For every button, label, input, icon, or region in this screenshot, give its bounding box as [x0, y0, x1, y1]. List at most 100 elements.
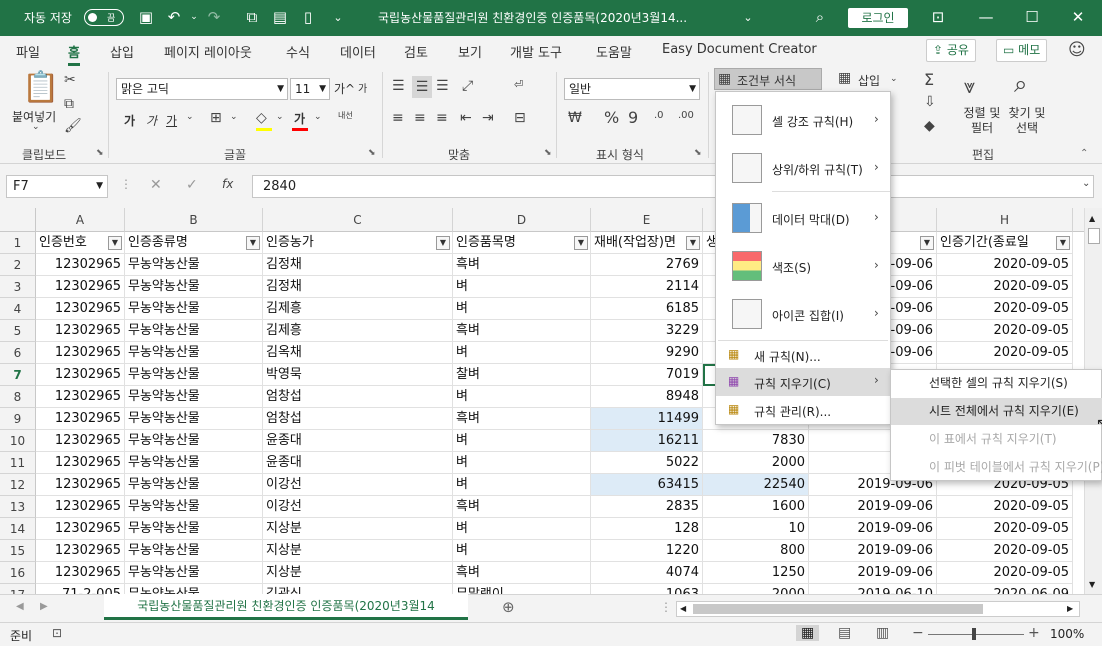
row-header[interactable]: 13 [0, 496, 36, 518]
table-cell[interactable]: 지상분 [263, 540, 453, 562]
clear-selected-cells-rules[interactable]: 선택한 셀의 규칙 지우기(S) [891, 370, 1102, 397]
redo-icon[interactable]: ↷ [204, 8, 224, 26]
tab-easy-document-creator[interactable]: Easy Document Creator [662, 42, 817, 57]
table-cell[interactable]: 2020-09-05 [937, 496, 1073, 518]
fill-dropdown-icon[interactable]: ⌄ [276, 112, 284, 122]
table-cell[interactable]: 김옥채 [263, 342, 453, 364]
zoom-out-icon[interactable]: − [912, 625, 924, 641]
table-cell[interactable]: 2020-09-05 [937, 540, 1073, 562]
table-cell[interactable]: 김정채 [263, 276, 453, 298]
table-cell[interactable]: 1063 [591, 584, 703, 594]
table-cell[interactable]: 김제흥 [263, 320, 453, 342]
collapse-ribbon-icon[interactable]: ⌃ [1080, 148, 1088, 159]
tab-file[interactable]: 파일 [16, 42, 40, 61]
table-cell[interactable]: 2114 [591, 276, 703, 298]
table-cell[interactable]: 찰벼 [453, 364, 591, 386]
table-cell[interactable]: 2020-09-05 [937, 518, 1073, 540]
align-left-icon[interactable]: ≡ [392, 110, 404, 126]
horizontal-scroll-thumb[interactable] [693, 604, 983, 614]
table-cell[interactable]: 800 [703, 540, 809, 562]
table-cell[interactable]: 무농약농산물 [125, 254, 263, 276]
table-cell[interactable]: 12302965 [36, 298, 125, 320]
filter-dropdown-icon[interactable]: ▼ [1056, 236, 1070, 250]
clear-entire-sheet-rules[interactable]: 시트 전체에서 규칙 지우기(E) [891, 398, 1102, 425]
copy-icon[interactable]: ⧉ [64, 96, 74, 112]
table-cell[interactable]: 12302965 [36, 518, 125, 540]
undo-icon[interactable]: ↶ [164, 8, 184, 26]
row-header[interactable]: 15 [0, 540, 36, 562]
confirm-entry-icon[interactable]: ✓ [186, 177, 198, 193]
insert-function-icon[interactable]: fx [222, 177, 233, 191]
table-cell[interactable]: 7019 [591, 364, 703, 386]
table-cell[interactable]: 2019-06-10 [809, 584, 937, 594]
select-all-corner[interactable] [0, 208, 36, 232]
table-cell[interactable]: 12302965 [36, 364, 125, 386]
table-cell[interactable]: 무농약농산물 [125, 562, 263, 584]
ribbon-display-icon[interactable]: ⊡ [928, 8, 948, 26]
number-format-combo[interactable]: 일반 ▼ [564, 78, 700, 100]
next-sheet-icon[interactable]: ▶ [40, 601, 48, 612]
table-cell[interactable]: 5022 [591, 452, 703, 474]
row-header[interactable]: 3 [0, 276, 36, 298]
table-cell[interactable]: 무농약농산물 [125, 386, 263, 408]
scroll-left-icon[interactable]: ◀ [680, 604, 686, 613]
row-header[interactable]: 16 [0, 562, 36, 584]
increase-decimal-icon[interactable]: .0 [654, 110, 664, 121]
font-color-dropdown-icon[interactable]: ⌄ [314, 112, 322, 122]
cancel-entry-icon[interactable]: ✕ [150, 177, 162, 193]
table-cell[interactable]: 이강선 [263, 496, 453, 518]
login-button[interactable]: 로그인 [848, 8, 908, 28]
customize-toolbar-icon[interactable]: ⌄ [328, 11, 348, 24]
row-header[interactable]: 17 [0, 584, 36, 594]
table-cell[interactable]: 1600 [703, 496, 809, 518]
sheet-tab-active[interactable]: 국립농산물품질관리원 친환경인증 인증품목(2020년3월14 [104, 594, 468, 620]
table-cell[interactable]: 무농약농산물 [125, 364, 263, 386]
table-cell[interactable]: 12302965 [36, 320, 125, 342]
column-header[interactable]: B [125, 208, 263, 232]
font-launcher-icon[interactable]: ⬊ [368, 148, 376, 158]
table-cell[interactable]: 12302965 [36, 430, 125, 452]
table-cell[interactable]: 흑벼 [453, 408, 591, 430]
insert-cells-icon[interactable]: ▦ [838, 70, 851, 86]
table-cell[interactable]: 6185 [591, 298, 703, 320]
table-cell[interactable]: 12302965 [36, 386, 125, 408]
menu-item-highlight-cells-rules[interactable]: 셀 강조 규칙(H) › [716, 98, 890, 142]
row-header[interactable]: 9 [0, 408, 36, 430]
find-search-icon[interactable]: ⌕ [1014, 70, 1027, 98]
save-icon[interactable]: ▣ [136, 8, 156, 26]
merge-center-icon[interactable]: ⊟ [514, 110, 526, 126]
italic-button[interactable]: 가 [146, 112, 157, 129]
smiley-feedback-icon[interactable]: ☺ [1068, 40, 1086, 60]
table-cell[interactable]: 무농약농산물 [125, 430, 263, 452]
row-header[interactable]: 1 [0, 232, 36, 254]
row-header[interactable]: 6 [0, 342, 36, 364]
page-break-view-icon[interactable]: ▥ [876, 625, 889, 641]
scroll-up-icon[interactable]: ▲ [1089, 214, 1095, 223]
column-header[interactable]: C [263, 208, 453, 232]
header-cell[interactable]: 인증종류명 ▼ [125, 232, 263, 254]
font-name-combo[interactable]: 맑은 고딕 ▼ [116, 78, 288, 100]
menu-item-manage-rules[interactable]: ▦ 규칙 관리(R)... [716, 396, 890, 424]
table-cell[interactable]: 2020-09-05 [937, 276, 1073, 298]
borders-icon[interactable]: ⊞ [210, 110, 222, 126]
table-cell[interactable]: 2019-09-06 [809, 540, 937, 562]
menu-item-icon-sets[interactable]: 아이콘 집합(I) › [716, 292, 890, 336]
table-cell[interactable]: 흑벼 [453, 254, 591, 276]
clear-eraser-icon[interactable]: ◆ [924, 118, 935, 134]
zoom-slider-thumb[interactable] [972, 628, 976, 640]
tab-data[interactable]: 데이터 [340, 42, 376, 61]
fill-color-icon[interactable]: ◇ [256, 110, 267, 126]
row-header[interactable]: 14 [0, 518, 36, 540]
table-cell[interactable]: 2000 [703, 584, 809, 594]
tab-splitter[interactable]: ⋮ [660, 600, 672, 614]
table-cell[interactable]: 무농약농산물 [125, 342, 263, 364]
table-cell[interactable]: 12302965 [36, 408, 125, 430]
search-icon[interactable]: ⌕ [810, 8, 830, 26]
align-bottom-icon[interactable]: ☰ [436, 78, 449, 94]
table-cell[interactable]: 2020-09-05 [937, 342, 1073, 364]
format-painter-icon[interactable]: 🖌 [64, 118, 82, 134]
table-cell[interactable]: 윤종대 [263, 452, 453, 474]
sort-filter-icon[interactable]: ⩔ [964, 74, 975, 98]
paste-dropdown-icon[interactable]: ⌄ [32, 122, 40, 132]
table-cell[interactable]: 8948 [591, 386, 703, 408]
